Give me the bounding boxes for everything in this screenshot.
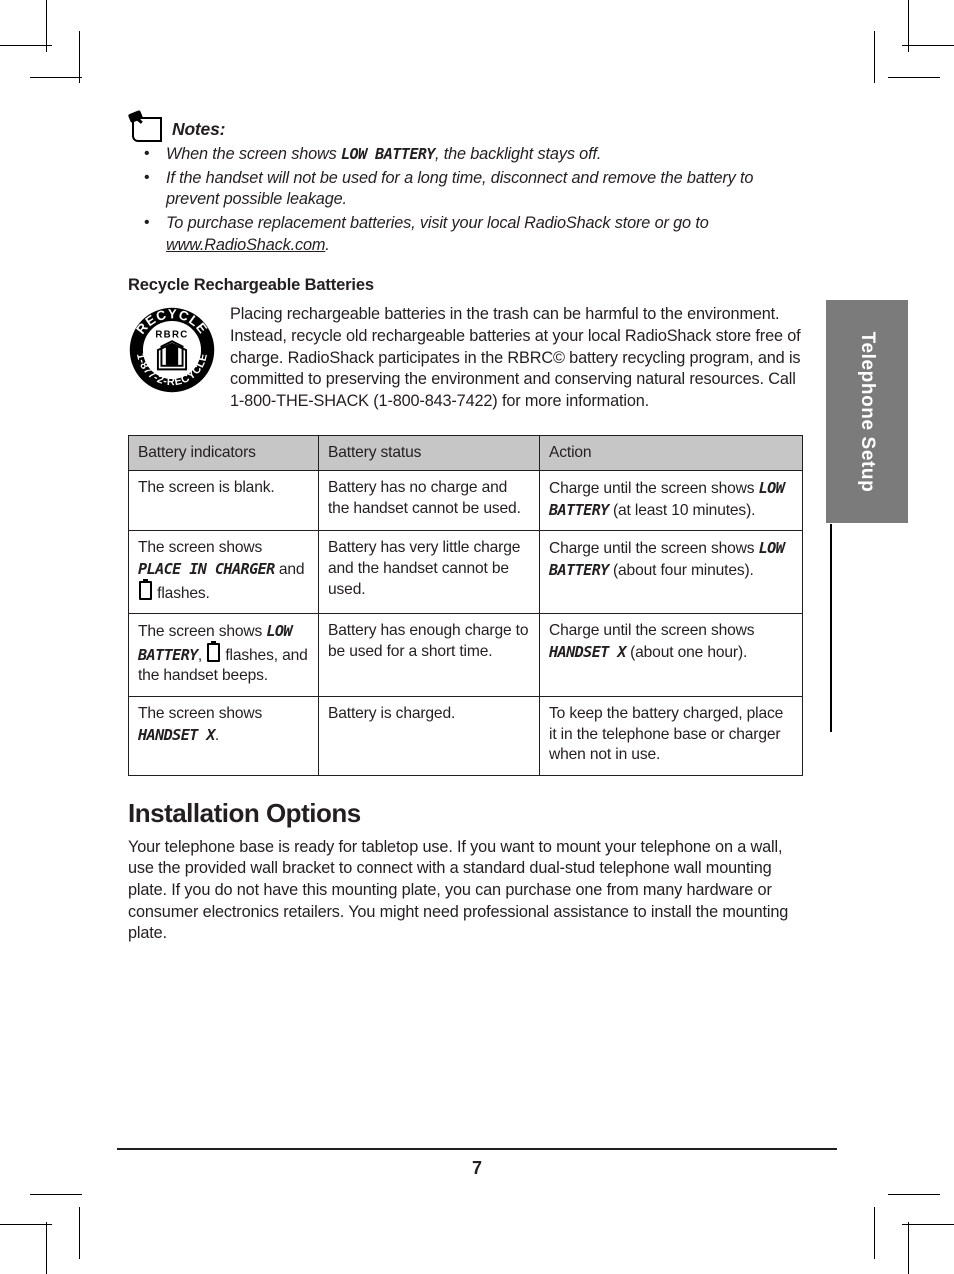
recycle-row: RECYCLE 1-877-2-RECYCLE RBRC Placing rec… xyxy=(128,303,804,412)
installation-options-paragraph: Your telephone base is ready for tableto… xyxy=(128,837,789,943)
cell-text: The screen shows xyxy=(138,704,263,722)
cell-text: The screen shows xyxy=(138,539,263,557)
note-text-pre: When the screen shows xyxy=(166,145,341,163)
crop-mark-bottom-left-inner-v xyxy=(79,1207,80,1259)
footer-divider xyxy=(117,1148,837,1150)
table-row: The screen shows PLACE IN CHARGER and fl… xyxy=(128,530,803,615)
cell-text: Charge until the screen shows xyxy=(549,540,759,558)
cell-action: Charge until the screen shows HANDSET X … xyxy=(539,613,803,697)
cell-status: Battery has no charge and the handset ca… xyxy=(318,470,540,532)
page-number: 7 xyxy=(471,1158,482,1178)
crop-mark-top-left-v xyxy=(46,0,47,52)
note-text-pre: To purchase replacement batteries, visit… xyxy=(166,214,709,233)
battery-icon xyxy=(139,578,152,600)
page-edge-rule xyxy=(830,524,832,732)
cell-text: and xyxy=(274,561,305,579)
cell-text: (about one hour). xyxy=(625,643,748,661)
crop-mark-top-left-h xyxy=(0,45,52,46)
notes-block: Notes: When the screen shows LOW BATTERY… xyxy=(127,109,804,256)
notes-heading-row: Notes: xyxy=(127,109,804,142)
cell-indicator: The screen shows LOW BATTERY, flashes, a… xyxy=(128,613,319,697)
cell-text: Charge until the screen shows xyxy=(549,480,759,498)
lcd-text: HANDSET X xyxy=(549,642,627,661)
installation-options-heading: Installation Options xyxy=(128,797,361,828)
crop-mark-bottom-right-inner-h xyxy=(888,1194,940,1195)
crop-mark-bottom-right-v xyxy=(908,1222,909,1274)
page-content: Notes: When the screen shows LOW BATTERY… xyxy=(127,109,804,945)
table-header-row: Battery indicators Battery status Action xyxy=(128,434,803,472)
note-text-post: , the backlight stays off. xyxy=(434,145,602,163)
crop-mark-top-right-h xyxy=(902,45,954,46)
cell-text: The screen is blank. xyxy=(138,479,275,497)
cell-indicator: The screen shows HANDSET X. xyxy=(128,695,319,776)
cell-text: The screen shows xyxy=(138,623,267,641)
note-item: When the screen shows LOW BATTERY, the b… xyxy=(128,143,804,166)
crop-mark-top-left-inner-v xyxy=(79,31,80,83)
battery-icon xyxy=(207,640,221,662)
rbrc-recycle-logo: RECYCLE 1-877-2-RECYCLE RBRC xyxy=(129,307,215,393)
note-item: To purchase replacement batteries, visit… xyxy=(128,212,804,256)
lcd-text: PLACE IN CHARGER xyxy=(138,560,275,579)
cell-action: To keep the battery charged, place it in… xyxy=(539,695,803,776)
column-header-action: Action xyxy=(539,434,803,472)
radioshack-website-link[interactable]: www.RadioShack.com xyxy=(166,236,325,254)
section-tab-telephone-setup: Telephone Setup xyxy=(826,300,908,523)
recycle-paragraph: Placing rechargeable batteries in the tr… xyxy=(230,305,801,411)
crop-mark-top-right-v xyxy=(908,0,909,52)
column-header-battery-indicators: Battery indicators xyxy=(128,434,319,472)
cell-action: Charge until the screen shows LOW BATTER… xyxy=(539,530,803,615)
note-pin-icon xyxy=(127,109,162,142)
lcd-text: LOW BATTERY xyxy=(340,145,436,163)
cell-text: . xyxy=(214,726,220,744)
recycle-heading: Recycle Rechargeable Batteries xyxy=(128,276,374,295)
cell-indicator: The screen is blank. xyxy=(128,470,319,532)
svg-text:RBRC: RBRC xyxy=(155,330,188,341)
crop-mark-bottom-left-inner-h xyxy=(30,1194,82,1195)
cell-text: (at least 10 minutes). xyxy=(608,501,756,519)
crop-mark-bottom-right-inner-v xyxy=(874,1207,875,1259)
table-row: The screen shows HANDSET X. Battery is c… xyxy=(128,695,803,776)
crop-mark-top-left-inner-h xyxy=(30,77,82,78)
cell-text: To keep the battery charged, place it in… xyxy=(549,704,784,764)
note-text-post: . xyxy=(325,235,330,254)
cell-status: Battery has very little charge and the h… xyxy=(318,530,540,615)
notes-title: Notes: xyxy=(172,119,226,139)
cell-action: Charge until the screen shows LOW BATTER… xyxy=(539,470,803,532)
cell-status: Battery has enough charge to be used for… xyxy=(318,613,540,697)
cell-text: (about four minutes). xyxy=(608,562,754,580)
cell-text: flashes. xyxy=(153,584,210,602)
column-header-battery-status: Battery status xyxy=(318,434,540,472)
section-tab-label: Telephone Setup xyxy=(857,331,878,492)
crop-mark-bottom-left-v xyxy=(46,1222,47,1274)
cell-indicator: The screen shows PLACE IN CHARGER and fl… xyxy=(128,530,319,615)
cell-text: Charge until the screen shows xyxy=(549,622,755,640)
notes-list: When the screen shows LOW BATTERY, the b… xyxy=(128,143,804,256)
crop-mark-bottom-right-h xyxy=(902,1224,954,1225)
battery-status-table: Battery indicators Battery status Action… xyxy=(128,434,803,776)
table-row: The screen is blank. Battery has no char… xyxy=(128,470,803,532)
crop-mark-bottom-left-h xyxy=(0,1224,52,1225)
crop-mark-top-right-inner-v xyxy=(874,31,875,83)
table-row: The screen shows LOW BATTERY, flashes, a… xyxy=(128,613,803,697)
lcd-text: HANDSET X xyxy=(138,725,216,744)
cell-text: , xyxy=(197,646,207,664)
note-text-pre: If the handset will not be used for a lo… xyxy=(166,168,754,209)
crop-mark-top-right-inner-h xyxy=(888,77,940,78)
cell-status: Battery is charged. xyxy=(318,695,540,776)
note-item: If the handset will not be used for a lo… xyxy=(128,167,804,211)
